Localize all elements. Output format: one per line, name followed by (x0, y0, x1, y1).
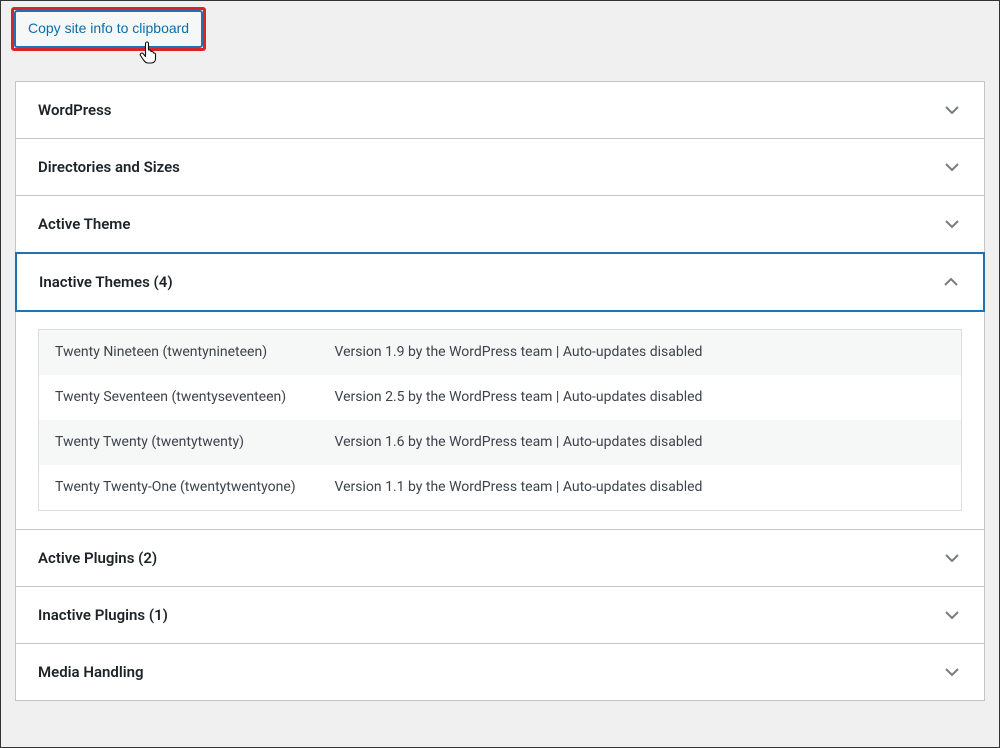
theme-name: Twenty Twenty-One (twentytwentyone) (39, 465, 319, 511)
panel-title: Active Theme (38, 215, 130, 233)
panel-title: WordPress (38, 101, 112, 119)
panel-header-active-plugins[interactable]: Active Plugins (2) (16, 530, 984, 586)
theme-desc: Version 1.6 by the WordPress team | Auto… (319, 420, 962, 465)
chevron-down-icon (942, 214, 962, 234)
panel-header-inactive-plugins[interactable]: Inactive Plugins (1) (16, 587, 984, 643)
panel-media-handling: Media Handling (16, 644, 984, 700)
table-row: Twenty Twenty (twentytwenty) Version 1.6… (39, 420, 962, 465)
theme-desc: Version 1.1 by the WordPress team | Auto… (319, 465, 962, 511)
panel-header-active-theme[interactable]: Active Theme (16, 196, 984, 252)
panel-active-theme: Active Theme (16, 196, 984, 253)
panel-title: Media Handling (38, 663, 144, 681)
top-bar: Copy site info to clipboard (1, 1, 999, 81)
theme-desc: Version 1.9 by the WordPress team | Auto… (319, 329, 962, 375)
panel-header-wordpress[interactable]: WordPress (16, 82, 984, 138)
panel-inactive-plugins: Inactive Plugins (1) (16, 587, 984, 644)
panel-title: Inactive Plugins (1) (38, 606, 168, 624)
theme-name: Twenty Seventeen (twentyseventeen) (39, 375, 319, 420)
theme-name: Twenty Twenty (twentytwenty) (39, 420, 319, 465)
chevron-down-icon (942, 100, 962, 120)
table-row: Twenty Twenty-One (twentytwentyone) Vers… (39, 465, 962, 511)
table-row: Twenty Seventeen (twentyseventeen) Versi… (39, 375, 962, 420)
panel-directories: Directories and Sizes (16, 139, 984, 196)
inactive-themes-table: Twenty Nineteen (twentynineteen) Version… (38, 329, 962, 511)
table-row: Twenty Nineteen (twentynineteen) Version… (39, 329, 962, 375)
panel-header-media-handling[interactable]: Media Handling (16, 644, 984, 700)
panel-title: Active Plugins (2) (38, 549, 157, 567)
chevron-up-icon (941, 272, 961, 292)
panel-title: Inactive Themes (4) (39, 273, 173, 291)
panel-body-inactive-themes: Twenty Nineteen (twentynineteen) Version… (16, 311, 984, 529)
theme-name: Twenty Nineteen (twentynineteen) (39, 329, 319, 375)
chevron-down-icon (942, 605, 962, 625)
chevron-down-icon (942, 157, 962, 177)
panel-header-directories[interactable]: Directories and Sizes (16, 139, 984, 195)
chevron-down-icon (942, 662, 962, 682)
panel-title: Directories and Sizes (38, 158, 180, 176)
copy-button-highlight: Copy site info to clipboard (11, 7, 206, 51)
site-health-accordion: WordPress Directories and Sizes Active T… (15, 81, 985, 701)
panel-inactive-themes: Inactive Themes (4) Twenty Nineteen (twe… (16, 252, 984, 530)
chevron-down-icon (942, 548, 962, 568)
panel-header-inactive-themes[interactable]: Inactive Themes (4) (15, 252, 985, 312)
panel-active-plugins: Active Plugins (2) (16, 530, 984, 587)
theme-desc: Version 2.5 by the WordPress team | Auto… (319, 375, 962, 420)
panel-wordpress: WordPress (16, 82, 984, 139)
copy-site-info-button[interactable]: Copy site info to clipboard (14, 10, 203, 48)
